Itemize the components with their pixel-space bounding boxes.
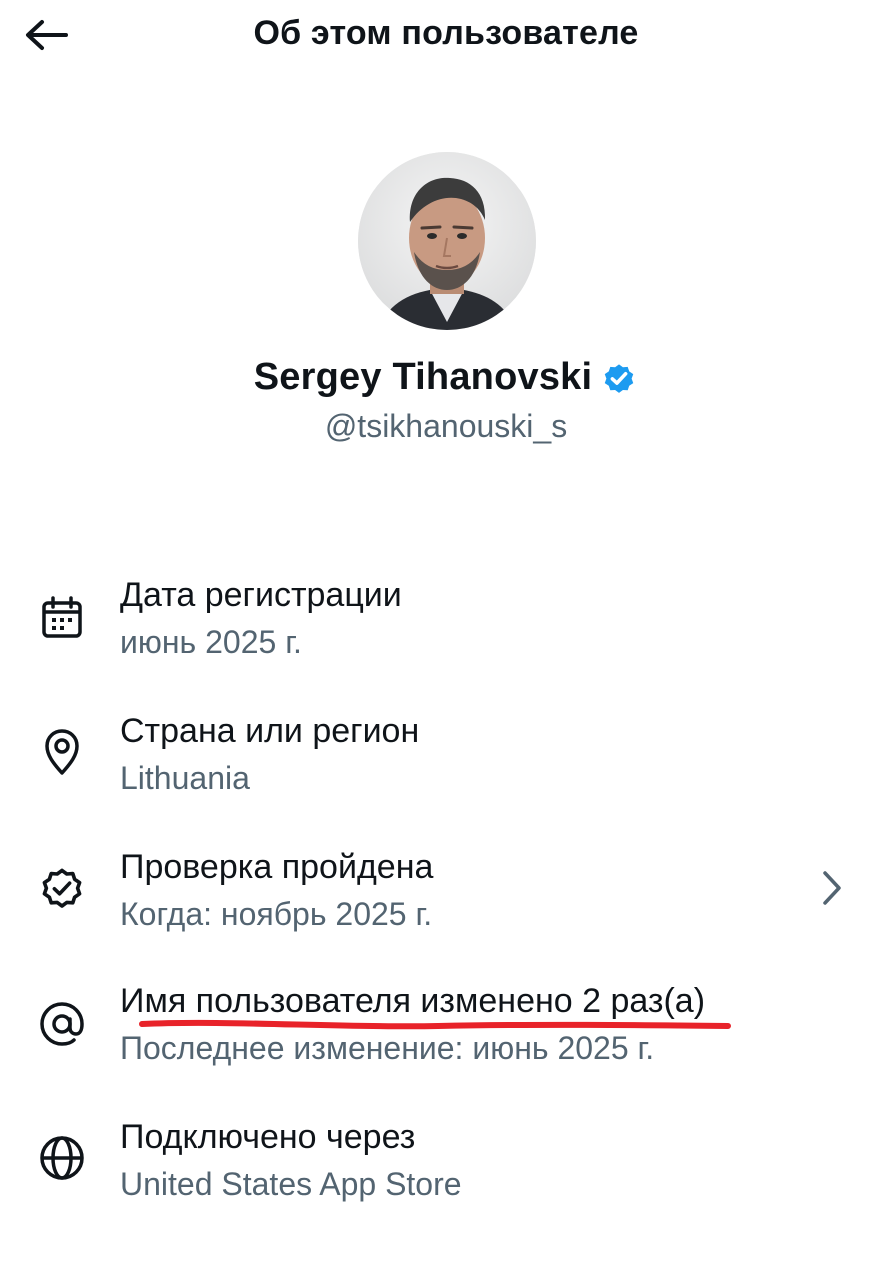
info-value: июнь 2025 г.: [120, 624, 302, 660]
info-value: Lithuania: [120, 760, 250, 796]
info-title: Страна или регион: [120, 712, 420, 750]
info-item-username-changes: Имя пользователя изменено 2 раз(а) После…: [0, 980, 892, 1090]
info-title: Проверка пройдена: [120, 848, 434, 886]
profile-handle: @tsikhanouski_s: [324, 408, 568, 444]
info-item-verification[interactable]: Проверка пройдена Когда: ноябрь 2025 г.: [0, 846, 892, 956]
verified-badge-icon[interactable]: [600, 359, 638, 397]
info-title: Подключено через: [120, 1118, 416, 1156]
profile-name: Sergey Tihanovski: [253, 356, 593, 398]
profile-name-row: Sergey Tihanovski: [0, 356, 892, 399]
verified-check-icon: [34, 860, 90, 916]
header: Об этом пользователе: [0, 0, 892, 80]
info-value: Когда: ноябрь 2025 г.: [120, 896, 433, 932]
location-pin-icon: [34, 724, 90, 780]
page-title: Об этом пользователе: [253, 14, 639, 52]
globe-icon: [34, 1130, 90, 1186]
info-value: United States App Store: [120, 1166, 462, 1202]
info-title: Дата регистрации: [120, 576, 402, 614]
info-value: Последнее изменение: июнь 2025 г.: [120, 1030, 655, 1066]
avatar[interactable]: [358, 152, 536, 330]
info-item-country: Страна или регион Lithuania: [0, 710, 892, 820]
info-item-connected-via: Подключено через United States App Store: [0, 1116, 892, 1226]
info-title: Имя пользователя изменено 2 раз(а): [120, 982, 706, 1020]
info-item-registration-date: Дата регистрации июнь 2025 г.: [0, 574, 892, 684]
at-sign-icon: [34, 996, 90, 1052]
chevron-right-icon[interactable]: [812, 860, 852, 916]
calendar-icon: [34, 590, 90, 646]
